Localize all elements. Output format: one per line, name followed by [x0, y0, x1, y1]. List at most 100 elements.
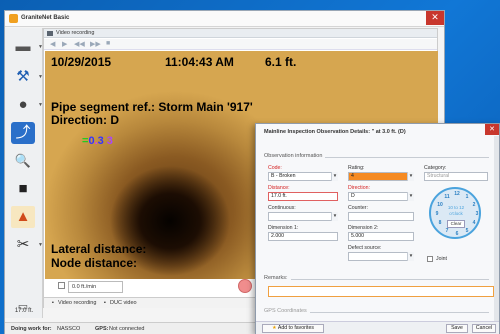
- dialog-title: Mainline Inspection Observation Details:…: [264, 129, 406, 135]
- remarks-section-line: [264, 279, 489, 280]
- continuous-label: Continuous:: [268, 205, 296, 211]
- gps-label: GPS:: [95, 326, 109, 332]
- cancel-button[interactable]: Cancel: [472, 324, 496, 333]
- speed-readout: 0.0 ft./min: [72, 284, 97, 290]
- footage-counter-icon: ▭: [17, 301, 29, 313]
- rating-label: Rating:: [348, 165, 365, 171]
- video-toolbar: ◀ ▶ ◀◀ ▶▶ ■: [44, 39, 437, 50]
- clock-position-picker[interactable]: 12 1 2 3 4 5 6 7 8 9 10 11 10 to 12 o'cl…: [429, 187, 481, 239]
- clock-number[interactable]: 6: [453, 231, 461, 237]
- add-to-favorites-label: Add to favorites: [277, 325, 314, 331]
- dimension1-input[interactable]: 2.000: [268, 232, 338, 241]
- clock-clear-button[interactable]: Clear: [447, 220, 465, 228]
- distance-label: Distance:: [268, 185, 290, 191]
- clock-number[interactable]: 3: [473, 211, 481, 217]
- video-panel-title: Video recording: [56, 30, 95, 36]
- osd-direction: Direction: D: [51, 113, 120, 127]
- continuous-dropdown-icon[interactable]: ▼: [331, 212, 338, 221]
- defect-source-dropdown-icon[interactable]: ▼: [407, 252, 414, 261]
- clock-readout: 10 to 12 o'clock: [447, 205, 465, 216]
- gps-value: Not connected: [109, 326, 145, 332]
- direction-label: Direction:: [348, 185, 370, 191]
- osd-node-distance: Node distance:: [51, 256, 138, 270]
- dimension2-input[interactable]: 5.000: [348, 232, 414, 241]
- code-dropdown-icon[interactable]: ▼: [331, 172, 338, 181]
- osd-lateral-distance: Lateral distance:: [51, 242, 147, 256]
- category-label: Category:: [424, 165, 447, 171]
- app-logo-icon: [9, 14, 18, 23]
- direction-select[interactable]: D: [348, 192, 414, 201]
- direction-dropdown-icon[interactable]: ▼: [407, 192, 414, 201]
- speed-checkbox[interactable]: [58, 282, 65, 289]
- tab-video-recording-icon: ▪: [52, 300, 54, 306]
- clock-number[interactable]: 9: [433, 211, 441, 217]
- magnifier-icon[interactable]: 🔍: [11, 150, 35, 172]
- doing-work-label: Doing work for:: [11, 326, 52, 332]
- video-panel-header: Video recording: [44, 29, 437, 38]
- video-rewind-icon[interactable]: ◀◀: [74, 40, 85, 48]
- tab-duc-video[interactable]: DUC video: [110, 300, 137, 306]
- crawler-icon[interactable]: ●: [11, 94, 35, 116]
- tab-video-recording[interactable]: Video recording: [58, 300, 96, 306]
- title-bar: GraniteNet Basic ✕: [5, 11, 444, 27]
- video-next-icon[interactable]: ▶: [62, 40, 67, 48]
- app-title: GraniteNet Basic: [21, 15, 70, 21]
- osd-distance: 6.1 ft.: [265, 55, 297, 69]
- defect-source-label: Defect source:: [348, 245, 382, 251]
- osd-clock-markers: =0.3 3: [82, 135, 113, 147]
- clock-number[interactable]: 7: [443, 228, 451, 234]
- rating-select[interactable]: 4: [348, 172, 414, 181]
- counter-label: Counter:: [348, 205, 368, 211]
- save-button[interactable]: Save: [446, 324, 468, 333]
- distance-readout: 17.0 ft.: [14, 308, 34, 314]
- continuous-select[interactable]: [268, 212, 338, 221]
- defect-source-select[interactable]: [348, 252, 414, 261]
- joint-checkbox[interactable]: [427, 256, 433, 262]
- clock-number[interactable]: 10: [436, 202, 444, 208]
- clock-number[interactable]: 11: [443, 194, 451, 200]
- osd-marker-purple-icon: 3: [103, 135, 113, 147]
- dialog-footer: ★ Add to favorites Save Cancel: [256, 321, 499, 334]
- remarks-input[interactable]: [268, 286, 494, 297]
- add-to-favorites-button[interactable]: ★ Add to favorites: [262, 324, 324, 333]
- dialog-scrollbar[interactable]: [494, 136, 499, 321]
- tools-icon[interactable]: ✂: [11, 234, 35, 256]
- left-toolbar: ▬ ▼ ⚒ ▼ ● ▼ ⤴ 🔍 ■ ▲ ✂ ▼ ▭: [5, 28, 43, 318]
- pipe-reverse-icon[interactable]: ⤴: [11, 122, 35, 144]
- video-prev-icon[interactable]: ◀: [50, 40, 55, 48]
- clock-number[interactable]: 4: [470, 220, 478, 226]
- video-forward-icon[interactable]: ▶▶: [90, 40, 101, 48]
- clock-number[interactable]: 1: [463, 194, 471, 200]
- video-stop-icon[interactable]: ■: [106, 40, 110, 47]
- dialog-close-button[interactable]: ✕: [485, 124, 499, 135]
- osd-date: 10/29/2015: [51, 55, 112, 69]
- observation-dialog: Mainline Inspection Observation Details:…: [255, 123, 500, 334]
- code-select[interactable]: B - Broken: [268, 172, 338, 181]
- video-camera-icon[interactable]: ■: [11, 178, 35, 200]
- code-label: Code:: [268, 165, 282, 171]
- camera-tripod-icon[interactable]: ⚒: [11, 66, 35, 88]
- star-icon: ★: [272, 325, 277, 331]
- dimension2-label: Dimension 2:: [348, 225, 379, 231]
- record-button[interactable]: [238, 279, 252, 293]
- monitor-icon[interactable]: ▬: [11, 36, 35, 58]
- doing-work-value: NASSCO: [57, 326, 81, 332]
- rating-dropdown-icon[interactable]: ▼: [407, 172, 414, 181]
- counter-input[interactable]: [348, 212, 414, 221]
- remarks-section-header: Remarks:: [264, 275, 291, 281]
- close-window-button[interactable]: ✕: [426, 11, 444, 25]
- distance-input[interactable]: 17.0 ft.: [268, 192, 338, 201]
- joint-label: Joint: [436, 256, 447, 262]
- clock-number[interactable]: 8: [436, 220, 444, 226]
- osd-time: 11:04:43 AM: [165, 55, 234, 69]
- observation-section-header: Observation information: [264, 153, 326, 159]
- map-icon[interactable]: ▲: [11, 206, 35, 228]
- osd-segment-ref: Pipe segment ref.: Storm Main '917': [51, 100, 253, 114]
- clock-number[interactable]: 2: [470, 202, 478, 208]
- category-field: Structural: [424, 172, 488, 181]
- tab-duc-video-icon: ▪: [104, 300, 106, 306]
- clock-number[interactable]: 12: [453, 191, 461, 197]
- dimension1-label: Dimension 1:: [268, 225, 299, 231]
- video-panel-icon: [47, 31, 53, 36]
- clock-number[interactable]: 5: [463, 228, 471, 234]
